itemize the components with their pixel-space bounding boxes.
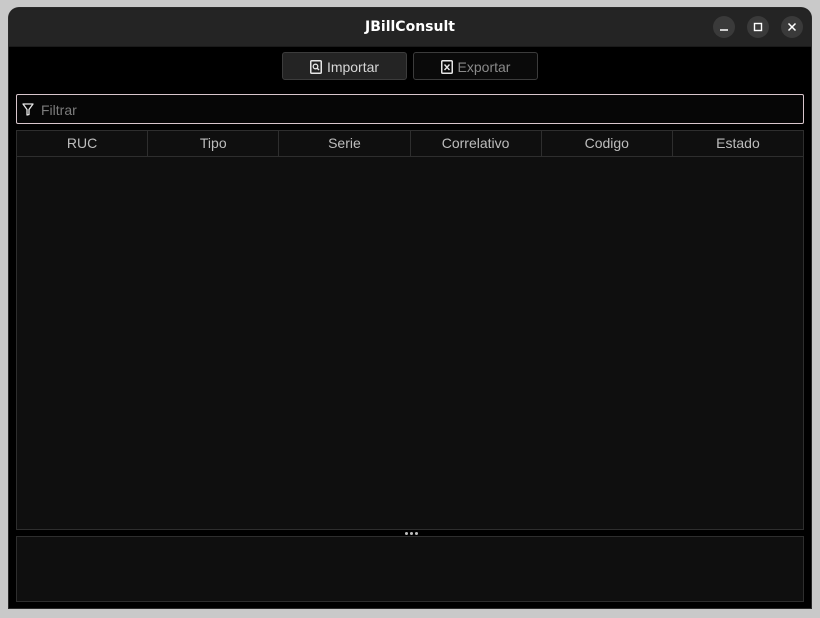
export-label: Exportar	[457, 59, 511, 75]
column-header-tipo[interactable]: Tipo	[148, 131, 280, 156]
window-title: JBillConsult	[365, 19, 455, 35]
results-table[interactable]: RUC Tipo Serie Correlativo Codigo Estado	[16, 130, 804, 530]
app-window: JBillConsult Importar Exportar RUC Tipo …	[9, 8, 811, 608]
column-header-codigo[interactable]: Codigo	[542, 131, 673, 156]
log-panel[interactable]	[16, 536, 804, 602]
import-button[interactable]: Importar	[282, 52, 407, 80]
maximize-button[interactable]	[747, 16, 769, 38]
column-header-serie[interactable]: Serie	[279, 131, 411, 156]
minimize-button[interactable]	[713, 16, 735, 38]
splitter-dot	[405, 532, 408, 535]
filter-input[interactable]	[39, 98, 783, 122]
splitter-dot	[410, 532, 413, 535]
filter-field[interactable]	[16, 94, 804, 124]
maximize-icon	[753, 22, 763, 32]
table-header: RUC Tipo Serie Correlativo Codigo Estado	[17, 131, 803, 157]
funnel-icon	[22, 103, 34, 121]
column-header-estado[interactable]: Estado	[673, 131, 803, 156]
document-search-icon	[309, 55, 322, 83]
splitter-dot	[415, 532, 418, 535]
excel-file-icon	[440, 55, 453, 83]
close-button[interactable]	[781, 16, 803, 38]
export-button[interactable]: Exportar	[413, 52, 538, 80]
column-header-ruc[interactable]: RUC	[17, 131, 149, 156]
title-bar[interactable]: JBillConsult	[9, 8, 811, 47]
import-label: Importar	[326, 59, 380, 75]
minimize-icon	[720, 29, 728, 31]
column-header-correlativo[interactable]: Correlativo	[411, 131, 542, 156]
close-icon	[787, 22, 797, 32]
